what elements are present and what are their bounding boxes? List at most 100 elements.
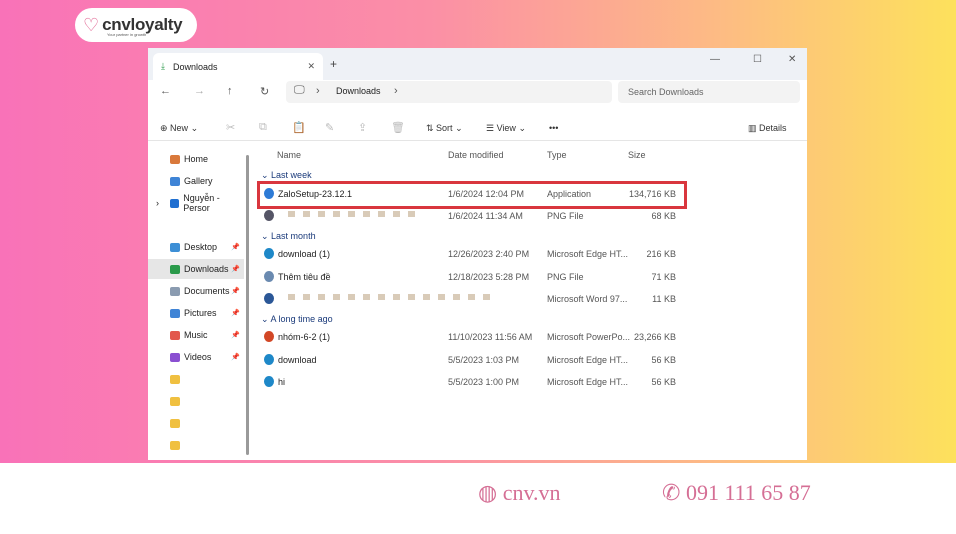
sidebar-scrollbar[interactable] xyxy=(246,155,249,455)
forward-button[interactable]: → xyxy=(194,85,205,97)
folder-icon xyxy=(170,440,180,450)
group-header[interactable]: ⌄ Last month xyxy=(261,231,316,242)
file-row[interactable]: hi 5/5/2023 1:00 PM Microsoft Edge HT... 56… xyxy=(258,372,678,392)
file-name: Thêm tiêu đề xyxy=(278,272,331,282)
heart-icon: ♡ xyxy=(83,14,100,35)
file-icon xyxy=(264,331,274,342)
sidebar-item-videos[interactable]: Videos 📌 xyxy=(148,347,244,367)
column-type[interactable]: Type xyxy=(547,150,567,160)
rename-icon[interactable]: ✎ xyxy=(325,121,334,134)
more-button[interactable]: ••• xyxy=(549,123,558,133)
pin-icon: 📌 xyxy=(231,310,240,317)
tab-downloads[interactable]: ⤓ Downloads ✕ xyxy=(153,53,323,80)
sidebar-item-label: Nguyễn - Persor xyxy=(183,193,220,213)
sidebar-item-label: Music xyxy=(184,330,208,340)
file-name: download (1) xyxy=(278,249,331,259)
phone-text: 091 111 65 87 xyxy=(685,480,811,505)
expand-chevron-icon[interactable]: › xyxy=(156,198,159,208)
back-button[interactable]: ← xyxy=(160,85,171,97)
sidebar-item-music[interactable]: Music 📌 xyxy=(148,325,244,345)
file-explorer-window: ⤓ Downloads ✕ + — ☐ ✕ ← → ↑ ↻ 🖵 › Downlo… xyxy=(148,48,807,460)
pin-icon: 📌 xyxy=(231,354,240,361)
file-size: 68 KB xyxy=(651,211,676,221)
search-input[interactable]: Search Downloads xyxy=(618,81,800,103)
folder-icon xyxy=(170,352,180,362)
file-type: PNG File xyxy=(547,272,584,282)
copy-icon[interactable]: ⧉ xyxy=(259,121,267,134)
sidebar-item-gallery[interactable]: Gallery xyxy=(148,171,244,191)
maximize-button[interactable]: ☐ xyxy=(753,54,762,65)
file-row[interactable]: Thêm tiêu đề 12/18/2023 5:28 PM PNG File 71… xyxy=(258,267,678,287)
sidebar-item-label: Documents xyxy=(184,286,230,296)
group-header[interactable]: ⌄ Last week xyxy=(261,170,312,181)
download-icon: ⤓ xyxy=(161,61,165,71)
file-type: PNG File xyxy=(547,211,584,221)
file-row[interactable]: Microsoft Word 97... 11 KB xyxy=(258,289,678,309)
sidebar-item-pictures[interactable]: Pictures 📌 xyxy=(148,303,244,323)
sidebar-folder[interactable] xyxy=(148,391,244,411)
file-row[interactable]: download (1) 12/26/2023 2:40 PM Microsoft … xyxy=(258,244,678,264)
sidebar-item-nguyễn[interactable]: › Nguyễn - Persor xyxy=(148,193,244,213)
file-size: 56 KB xyxy=(651,377,676,387)
column-size[interactable]: Size xyxy=(628,150,646,160)
cut-icon[interactable]: ✂ xyxy=(226,121,235,134)
refresh-button[interactable]: ↻ xyxy=(260,85,269,98)
navigation-pane: Home Gallery › Nguyễn - Persor Desktop 📌 Downl… xyxy=(148,145,248,460)
sidebar-item-home[interactable]: Home xyxy=(148,149,244,169)
sidebar-folder[interactable] xyxy=(148,435,244,455)
sort-label: Sort xyxy=(436,123,453,133)
file-size: 23,266 KB xyxy=(633,332,676,342)
pin-icon: 📌 xyxy=(231,266,240,273)
phone-icon: ✆ xyxy=(662,480,681,505)
file-date: 5/5/2023 1:03 PM xyxy=(448,355,520,365)
view-label: View xyxy=(496,123,516,133)
sidebar-item-label: Pictures xyxy=(184,308,217,318)
redacted-name xyxy=(288,294,490,300)
path-segment[interactable]: Downloads xyxy=(336,86,381,96)
paste-icon[interactable]: 📋 xyxy=(292,121,306,134)
file-size: 56 KB xyxy=(651,355,676,365)
monitor-icon: 🖵 xyxy=(294,84,305,96)
file-type: Microsoft Edge HT... xyxy=(547,355,629,365)
new-button[interactable]: ⊕ New ⌄ xyxy=(160,123,198,134)
file-row[interactable]: 1/6/2024 11:34 AM PNG File 68 KB xyxy=(258,206,678,226)
up-button[interactable]: ↑ xyxy=(227,85,233,97)
sidebar-folder[interactable] xyxy=(148,413,244,433)
file-row[interactable]: download 5/5/2023 1:03 PM Microsoft Edge H… xyxy=(258,350,678,370)
close-button[interactable]: ✕ xyxy=(788,54,796,65)
share-icon[interactable]: ⇪ xyxy=(358,121,367,134)
file-name: download xyxy=(278,355,317,365)
file-date: 5/5/2023 1:00 PM xyxy=(448,377,520,387)
path-input[interactable]: 🖵 › Downloads › xyxy=(286,81,612,103)
sidebar-folder[interactable] xyxy=(148,369,244,389)
details-button[interactable]: ▥ Details xyxy=(748,123,787,134)
globe-icon: ◍ xyxy=(478,480,498,505)
file-type: Microsoft Edge HT... xyxy=(547,249,629,259)
folder-icon xyxy=(170,286,180,296)
sidebar-item-label: Desktop xyxy=(184,242,218,252)
sidebar-item-desktop[interactable]: Desktop 📌 xyxy=(148,237,244,257)
file-name: nhóm-6-2 (1) xyxy=(278,332,331,342)
file-type: Microsoft Edge HT... xyxy=(547,377,629,387)
new-tab-button[interactable]: + xyxy=(330,57,337,71)
sort-button[interactable]: ⇅ Sort ⌄ xyxy=(426,123,463,134)
file-icon xyxy=(264,210,274,221)
redacted-name xyxy=(288,211,415,217)
close-tab-icon[interactable]: ✕ xyxy=(307,61,315,72)
group-header[interactable]: ⌄ A long time ago xyxy=(261,314,333,325)
phone: ✆ 091 111 65 87 xyxy=(662,480,811,506)
chevron-icon[interactable]: › xyxy=(394,85,398,97)
folder-icon xyxy=(170,264,180,274)
view-button[interactable]: ☰ View ⌄ xyxy=(486,123,526,134)
column-name[interactable]: Name xyxy=(277,150,301,160)
sidebar-item-downloads[interactable]: Downloads 📌 xyxy=(148,259,244,279)
sidebar-item-documents[interactable]: Documents 📌 xyxy=(148,281,244,301)
delete-icon[interactable]: 🗑 xyxy=(391,121,405,134)
folder-icon xyxy=(170,176,180,186)
brand-logo: ♡ cnvloyalty Your partner in growth xyxy=(75,8,197,42)
file-icon xyxy=(264,271,274,282)
folder-icon xyxy=(170,396,180,406)
file-row[interactable]: nhóm-6-2 (1) 11/10/2023 11:56 AM Microsoft… xyxy=(258,327,678,347)
minimize-button[interactable]: — xyxy=(710,54,720,65)
column-date-modified[interactable]: Date modified xyxy=(448,150,504,160)
